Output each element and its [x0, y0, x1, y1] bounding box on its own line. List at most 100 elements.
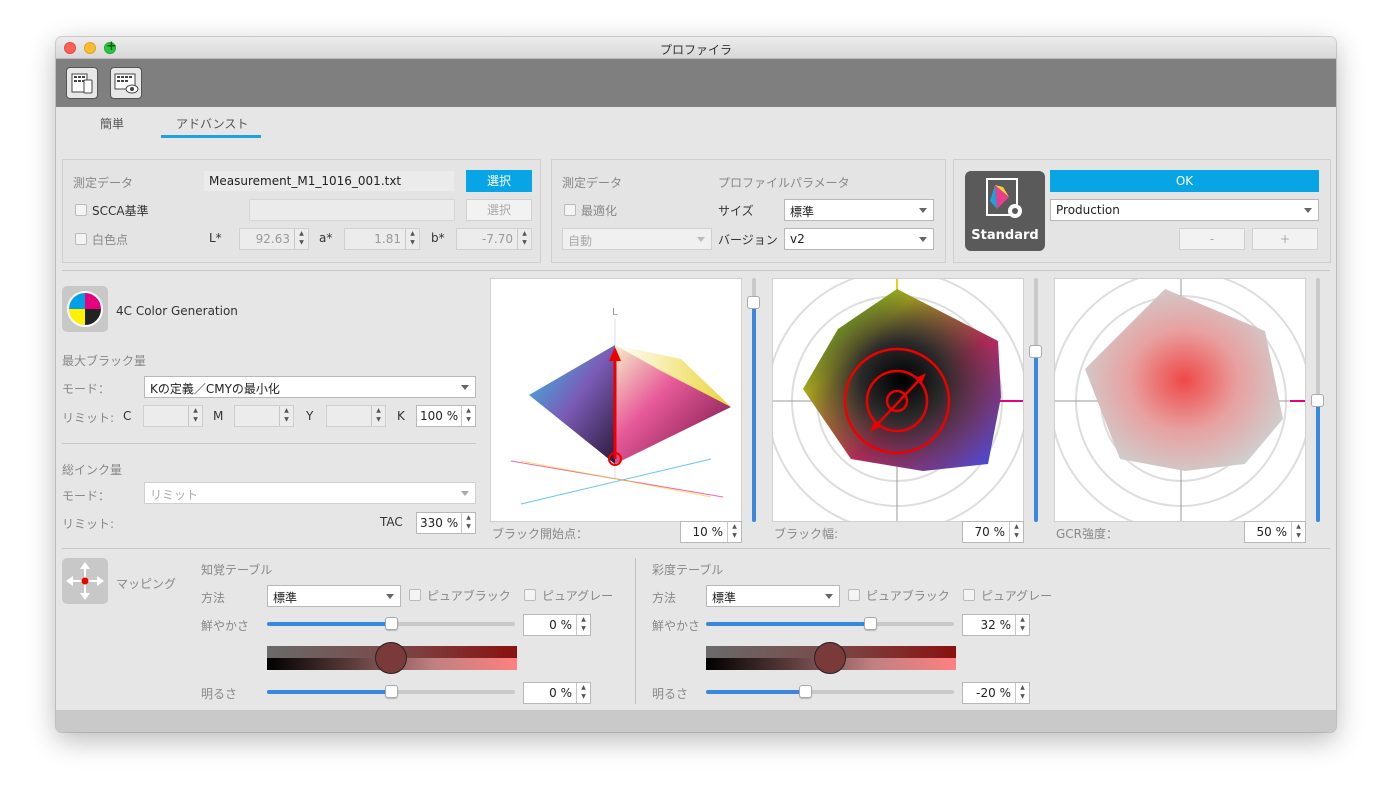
black-start-value: 10 % [692, 525, 724, 539]
perceptual-vivid-slider[interactable] [267, 617, 515, 630]
size-select[interactable]: 標準 [784, 199, 934, 221]
ink-mode-select[interactable]: リミット [144, 482, 476, 504]
stepper-arrows-icon: ▲ ▼ [1015, 615, 1029, 635]
saturation-method-select[interactable]: 標準 [706, 585, 840, 607]
saturation-vivid-label: 鮮やかさ [652, 619, 701, 633]
slider-thumb[interactable] [799, 685, 812, 698]
whitepoint-checkbox[interactable] [75, 233, 87, 245]
select-measurement-button[interactable]: 選択 [466, 170, 532, 192]
black-start-stepper[interactable]: 10 % ▲ ▼ [680, 521, 742, 543]
perceptual-bright-slider[interactable] [267, 685, 515, 698]
y-label: Y [306, 409, 314, 423]
scca-label: SCCA基準 [92, 204, 149, 218]
size-label: サイズ [718, 204, 754, 218]
perceptual-vivid-stepper[interactable]: 0 % ▲ ▼ [523, 614, 591, 636]
preview-button[interactable] [110, 67, 142, 99]
tab-simple[interactable]: 簡単 [100, 115, 124, 132]
cmyk-icon [62, 286, 108, 332]
ok-button[interactable]: OK [1050, 170, 1319, 192]
section-divider [62, 548, 1330, 549]
add-preset-button[interactable]: + [1252, 228, 1318, 250]
gcr-stepper[interactable]: 50 % ▲ ▼ [1244, 521, 1306, 543]
slider-fill [267, 690, 391, 694]
gcr-view [1054, 278, 1306, 522]
profiler-window: プロファイラ 簡単 アドバンスト 測定データ Measurement_ [56, 37, 1336, 732]
saturation-vivid-stepper[interactable]: 32 % ▲ ▼ [962, 614, 1030, 636]
ink-mode-label: モード： [62, 489, 111, 503]
slider-thumb[interactable] [747, 296, 760, 309]
saturation-bright-label: 明るさ [652, 687, 689, 701]
device-calculator-button[interactable] [66, 67, 98, 99]
saturation-vivid-slider[interactable] [706, 617, 954, 630]
chevron-down-icon [1304, 208, 1312, 213]
saturation-bright-value: -20 % [976, 686, 1011, 700]
saturation-vivid-value: 32 % [980, 618, 1012, 632]
black-mode-value: Kの定義／CMYの最小化 [150, 382, 280, 396]
slider-thumb[interactable] [864, 617, 877, 630]
m-limit-stepper[interactable]: ▲ ▼ [234, 405, 294, 427]
perceptual-bright-stepper[interactable]: 0 % ▲ ▼ [523, 682, 591, 704]
scca-checkbox[interactable] [75, 204, 87, 216]
measurement-filename: Measurement_M1_1016_001.txt [203, 170, 455, 192]
b-value-stepper[interactable]: -7.70 ▲ ▼ [456, 228, 532, 250]
saturation-bright-stepper[interactable]: -20 % ▲ ▼ [962, 682, 1030, 704]
optimize-checkbox[interactable] [564, 204, 576, 216]
perceptual-pure-black-checkbox[interactable] [409, 589, 421, 601]
slider-fill [752, 302, 756, 522]
slider-thumb[interactable] [1029, 345, 1042, 358]
slider-fill [1316, 400, 1320, 522]
perceptual-pure-gray-checkbox[interactable] [524, 589, 536, 601]
stepper-arrows-icon: ▲ ▼ [517, 229, 531, 249]
profile-params-label: プロファイルパラメータ [718, 176, 850, 190]
gcr-label: GCR強度： [1056, 527, 1119, 541]
slider-thumb[interactable] [385, 685, 398, 698]
saturation-pure-black-checkbox[interactable] [848, 589, 860, 601]
calculator-device-icon [71, 73, 93, 94]
remove-preset-button[interactable]: - [1179, 228, 1245, 250]
black-width-vslider[interactable] [1029, 278, 1042, 522]
scca-select-button[interactable]: 選択 [466, 199, 532, 221]
stepper-arrows-icon: ▲ ▼ [576, 615, 590, 635]
saturation-pure-gray-checkbox[interactable] [963, 589, 975, 601]
black-width-label: ブラック幅: [774, 527, 839, 541]
black-start-vslider[interactable] [747, 278, 760, 522]
toolbar [56, 59, 1336, 107]
b-label: b* [431, 231, 445, 245]
k-limit-stepper[interactable]: 100 % ▲ ▼ [416, 405, 476, 427]
stepper-arrows-icon: ▲ ▼ [279, 406, 293, 426]
saturation-bright-slider[interactable] [706, 685, 954, 698]
auto-value: 自動 [568, 234, 593, 248]
params-measurement-label: 測定データ [562, 176, 623, 190]
chevron-down-icon [461, 491, 469, 496]
black-width-stepper[interactable]: 70 % ▲ ▼ [962, 521, 1024, 543]
auto-select[interactable]: 自動 [562, 228, 712, 250]
perceptual-method-select[interactable]: 標準 [267, 585, 401, 607]
preset-select[interactable]: Production [1050, 199, 1319, 221]
stepper-arrows-icon: ▲ ▼ [727, 522, 741, 542]
preset-panel: Standard OK Production - + [953, 159, 1331, 263]
c-limit-stepper[interactable]: ▲ ▼ [143, 405, 203, 427]
c-label: C [123, 409, 132, 423]
version-select[interactable]: v2 [784, 228, 934, 250]
slider-thumb[interactable] [1311, 394, 1324, 407]
tac-stepper[interactable]: 330 % ▲ ▼ [416, 512, 476, 534]
section-divider [62, 270, 1330, 271]
y-limit-stepper[interactable]: ▲ ▼ [326, 405, 386, 427]
gamut-topdown-graphic [773, 279, 1023, 521]
max-black-label: 最大ブラック量 [62, 354, 147, 368]
k-label: K [397, 409, 405, 423]
saturation-pure-black-label: ピュアブラック [866, 589, 950, 603]
slider-thumb[interactable] [385, 617, 398, 630]
tab-active-indicator [161, 135, 261, 138]
a-value-stepper[interactable]: 1.81 ▲ ▼ [344, 228, 420, 250]
perceptual-title: 知覚テーブル [201, 563, 273, 577]
black-mode-select[interactable]: Kの定義／CMYの最小化 [144, 376, 476, 398]
grid-eye-icon [114, 73, 139, 94]
l-axis-label: L [612, 307, 618, 318]
standard-preset-icon[interactable]: Standard [965, 171, 1045, 251]
gcr-vslider[interactable] [1311, 278, 1324, 522]
tab-advanced[interactable]: アドバンスト [176, 115, 248, 132]
scca-field [249, 199, 455, 221]
profile-params-panel: 測定データ プロファイルパラメータ 最適化 サイズ 標準 自動 バージョン v2 [551, 159, 946, 263]
l-value-stepper[interactable]: 92.63 ▲ ▼ [239, 228, 309, 250]
